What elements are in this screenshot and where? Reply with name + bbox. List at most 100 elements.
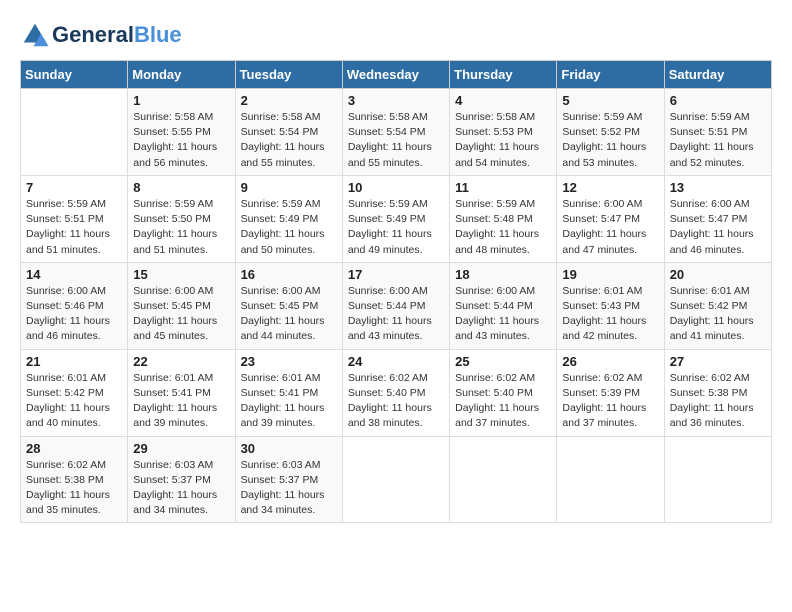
- day-info: Sunrise: 6:01 AM Sunset: 5:41 PM Dayligh…: [133, 371, 229, 432]
- day-number: 13: [670, 180, 766, 195]
- calendar-cell: 16 Sunrise: 6:00 AM Sunset: 5:45 PM Dayli…: [235, 262, 342, 349]
- day-info: Sunrise: 5:59 AM Sunset: 5:52 PM Dayligh…: [562, 110, 658, 171]
- day-info: Sunrise: 6:00 AM Sunset: 5:46 PM Dayligh…: [26, 284, 122, 345]
- weekday-header-friday: Friday: [557, 61, 664, 89]
- calendar-cell: 11 Sunrise: 5:59 AM Sunset: 5:48 PM Dayli…: [450, 175, 557, 262]
- week-row-5: 28 Sunrise: 6:02 AM Sunset: 5:38 PM Dayli…: [21, 436, 772, 523]
- calendar-cell: 21Sunrise: 6:01 AM Sunset: 5:42 PM Dayli…: [21, 349, 128, 436]
- day-number: 25: [455, 354, 551, 369]
- day-number: 10: [348, 180, 444, 195]
- calendar-cell: 18Sunrise: 6:00 AM Sunset: 5:44 PM Dayli…: [450, 262, 557, 349]
- calendar-cell: 8Sunrise: 5:59 AM Sunset: 5:50 PM Daylig…: [128, 175, 235, 262]
- day-number: 26: [562, 354, 658, 369]
- day-info: Sunrise: 5:59 AM Sunset: 5:49 PM Dayligh…: [348, 197, 444, 258]
- day-number: 1: [133, 93, 229, 108]
- calendar-cell: [557, 436, 664, 523]
- day-number: 27: [670, 354, 766, 369]
- weekday-header-tuesday: Tuesday: [235, 61, 342, 89]
- day-number: 4: [455, 93, 551, 108]
- day-number: 14: [26, 267, 122, 282]
- day-info: Sunrise: 6:02 AM Sunset: 5:39 PM Dayligh…: [562, 371, 658, 432]
- calendar-cell: 15 Sunrise: 6:00 AM Sunset: 5:45 PM Dayli…: [128, 262, 235, 349]
- calendar-cell: 22 Sunrise: 6:01 AM Sunset: 5:41 PM Dayli…: [128, 349, 235, 436]
- day-info: Sunrise: 6:02 AM Sunset: 5:38 PM Dayligh…: [26, 458, 122, 519]
- day-number: 5: [562, 93, 658, 108]
- logo-text: GeneralBlue: [52, 23, 182, 47]
- day-number: 12: [562, 180, 658, 195]
- day-info: Sunrise: 5:59 AM Sunset: 5:48 PM Dayligh…: [455, 197, 551, 258]
- calendar-cell: 25Sunrise: 6:02 AM Sunset: 5:40 PM Dayli…: [450, 349, 557, 436]
- weekday-header-sunday: Sunday: [21, 61, 128, 89]
- calendar-cell: 26 Sunrise: 6:02 AM Sunset: 5:39 PM Dayli…: [557, 349, 664, 436]
- day-number: 29: [133, 441, 229, 456]
- calendar-cell: 7 Sunrise: 5:59 AM Sunset: 5:51 PM Daylig…: [21, 175, 128, 262]
- calendar-cell: 30 Sunrise: 6:03 AM Sunset: 5:37 PM Dayli…: [235, 436, 342, 523]
- weekday-header-wednesday: Wednesday: [342, 61, 449, 89]
- calendar-cell: [664, 436, 771, 523]
- calendar-cell: 13 Sunrise: 6:00 AM Sunset: 5:47 PM Dayli…: [664, 175, 771, 262]
- day-info: Sunrise: 6:00 AM Sunset: 5:44 PM Dayligh…: [455, 284, 551, 345]
- calendar-cell: 10 Sunrise: 5:59 AM Sunset: 5:49 PM Dayli…: [342, 175, 449, 262]
- week-row-3: 14 Sunrise: 6:00 AM Sunset: 5:46 PM Dayli…: [21, 262, 772, 349]
- day-info: Sunrise: 5:59 AM Sunset: 5:49 PM Dayligh…: [241, 197, 337, 258]
- calendar-cell: [342, 436, 449, 523]
- day-info: Sunrise: 6:00 AM Sunset: 5:45 PM Dayligh…: [241, 284, 337, 345]
- calendar-cell: 17 Sunrise: 6:00 AM Sunset: 5:44 PM Dayli…: [342, 262, 449, 349]
- weekday-header-thursday: Thursday: [450, 61, 557, 89]
- day-info: Sunrise: 5:58 AM Sunset: 5:54 PM Dayligh…: [348, 110, 444, 171]
- day-number: 24: [348, 354, 444, 369]
- weekday-header-saturday: Saturday: [664, 61, 771, 89]
- calendar-cell: [21, 89, 128, 176]
- day-number: 6: [670, 93, 766, 108]
- calendar-cell: 27Sunrise: 6:02 AM Sunset: 5:38 PM Dayli…: [664, 349, 771, 436]
- day-info: Sunrise: 6:00 AM Sunset: 5:47 PM Dayligh…: [670, 197, 766, 258]
- day-number: 17: [348, 267, 444, 282]
- day-number: 2: [241, 93, 337, 108]
- day-number: 22: [133, 354, 229, 369]
- day-info: Sunrise: 5:58 AM Sunset: 5:55 PM Dayligh…: [133, 110, 229, 171]
- calendar-cell: 14 Sunrise: 6:00 AM Sunset: 5:46 PM Dayli…: [21, 262, 128, 349]
- day-info: Sunrise: 6:00 AM Sunset: 5:45 PM Dayligh…: [133, 284, 229, 345]
- calendar-table: SundayMondayTuesdayWednesdayThursdayFrid…: [20, 60, 772, 523]
- day-info: Sunrise: 5:59 AM Sunset: 5:50 PM Dayligh…: [133, 197, 229, 258]
- calendar-cell: 5 Sunrise: 5:59 AM Sunset: 5:52 PM Daylig…: [557, 89, 664, 176]
- day-number: 23: [241, 354, 337, 369]
- calendar-cell: 9 Sunrise: 5:59 AM Sunset: 5:49 PM Daylig…: [235, 175, 342, 262]
- calendar-cell: [450, 436, 557, 523]
- weekday-header-monday: Monday: [128, 61, 235, 89]
- day-info: Sunrise: 6:00 AM Sunset: 5:47 PM Dayligh…: [562, 197, 658, 258]
- week-row-2: 7 Sunrise: 5:59 AM Sunset: 5:51 PM Daylig…: [21, 175, 772, 262]
- calendar-cell: 2 Sunrise: 5:58 AM Sunset: 5:54 PM Daylig…: [235, 89, 342, 176]
- day-number: 19: [562, 267, 658, 282]
- day-number: 9: [241, 180, 337, 195]
- calendar-cell: 28 Sunrise: 6:02 AM Sunset: 5:38 PM Dayli…: [21, 436, 128, 523]
- day-info: Sunrise: 5:58 AM Sunset: 5:53 PM Dayligh…: [455, 110, 551, 171]
- day-info: Sunrise: 5:58 AM Sunset: 5:54 PM Dayligh…: [241, 110, 337, 171]
- day-info: Sunrise: 6:02 AM Sunset: 5:40 PM Dayligh…: [348, 371, 444, 432]
- day-info: Sunrise: 6:03 AM Sunset: 5:37 PM Dayligh…: [133, 458, 229, 519]
- calendar-cell: 3Sunrise: 5:58 AM Sunset: 5:54 PM Daylig…: [342, 89, 449, 176]
- week-row-1: 1 Sunrise: 5:58 AM Sunset: 5:55 PM Daylig…: [21, 89, 772, 176]
- calendar-cell: 1 Sunrise: 5:58 AM Sunset: 5:55 PM Daylig…: [128, 89, 235, 176]
- day-info: Sunrise: 6:01 AM Sunset: 5:42 PM Dayligh…: [26, 371, 122, 432]
- day-info: Sunrise: 6:01 AM Sunset: 5:42 PM Dayligh…: [670, 284, 766, 345]
- day-number: 28: [26, 441, 122, 456]
- calendar-cell: 12 Sunrise: 6:00 AM Sunset: 5:47 PM Dayli…: [557, 175, 664, 262]
- calendar-cell: 23 Sunrise: 6:01 AM Sunset: 5:41 PM Dayli…: [235, 349, 342, 436]
- page-header: GeneralBlue: [20, 20, 772, 50]
- calendar-cell: 4 Sunrise: 5:58 AM Sunset: 5:53 PM Daylig…: [450, 89, 557, 176]
- calendar-cell: 19Sunrise: 6:01 AM Sunset: 5:43 PM Dayli…: [557, 262, 664, 349]
- logo: GeneralBlue: [20, 20, 182, 50]
- week-row-4: 21Sunrise: 6:01 AM Sunset: 5:42 PM Dayli…: [21, 349, 772, 436]
- day-info: Sunrise: 5:59 AM Sunset: 5:51 PM Dayligh…: [26, 197, 122, 258]
- day-number: 30: [241, 441, 337, 456]
- day-number: 16: [241, 267, 337, 282]
- day-number: 7: [26, 180, 122, 195]
- day-number: 15: [133, 267, 229, 282]
- day-number: 11: [455, 180, 551, 195]
- day-info: Sunrise: 6:00 AM Sunset: 5:44 PM Dayligh…: [348, 284, 444, 345]
- day-info: Sunrise: 6:03 AM Sunset: 5:37 PM Dayligh…: [241, 458, 337, 519]
- calendar-cell: 20Sunrise: 6:01 AM Sunset: 5:42 PM Dayli…: [664, 262, 771, 349]
- day-info: Sunrise: 6:01 AM Sunset: 5:41 PM Dayligh…: [241, 371, 337, 432]
- calendar-cell: 29 Sunrise: 6:03 AM Sunset: 5:37 PM Dayli…: [128, 436, 235, 523]
